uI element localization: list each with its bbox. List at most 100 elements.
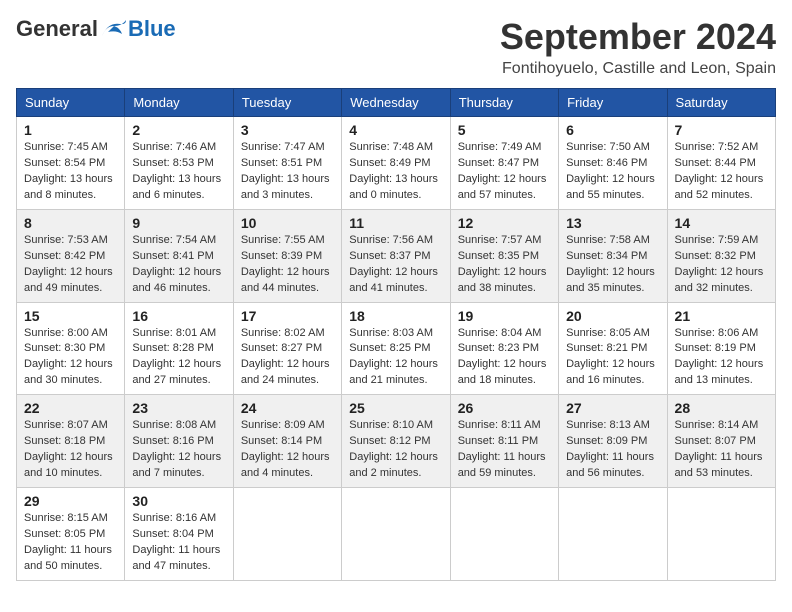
calendar-day-cell: 29 Sunrise: 8:15 AMSunset: 8:05 PMDaylig… (17, 488, 125, 581)
calendar-week-row: 29 Sunrise: 8:15 AMSunset: 8:05 PMDaylig… (17, 488, 776, 581)
day-number: 2 (132, 122, 225, 138)
logo-general-text: General (16, 16, 98, 42)
day-number: 29 (24, 493, 117, 509)
empty-cell (559, 488, 667, 581)
empty-cell (233, 488, 341, 581)
day-number: 30 (132, 493, 225, 509)
calendar-week-row: 8 Sunrise: 7:53 AMSunset: 8:42 PMDayligh… (17, 209, 776, 302)
day-info: Sunrise: 7:56 AMSunset: 8:37 PMDaylight:… (349, 234, 438, 294)
day-info: Sunrise: 7:58 AMSunset: 8:34 PMDaylight:… (566, 234, 655, 294)
calendar-day-cell: 19 Sunrise: 8:04 AMSunset: 8:23 PMDaylig… (450, 302, 558, 395)
calendar-day-cell: 3 Sunrise: 7:47 AMSunset: 8:51 PMDayligh… (233, 117, 341, 210)
calendar-day-cell: 27 Sunrise: 8:13 AMSunset: 8:09 PMDaylig… (559, 395, 667, 488)
day-info: Sunrise: 7:49 AMSunset: 8:47 PMDaylight:… (458, 141, 547, 201)
day-info: Sunrise: 8:11 AMSunset: 8:11 PMDaylight:… (458, 419, 546, 479)
day-number: 8 (24, 215, 117, 231)
calendar-day-cell: 23 Sunrise: 8:08 AMSunset: 8:16 PMDaylig… (125, 395, 233, 488)
logo: General Blue (16, 16, 176, 42)
calendar-week-row: 1 Sunrise: 7:45 AMSunset: 8:54 PMDayligh… (17, 117, 776, 210)
calendar-day-cell: 20 Sunrise: 8:05 AMSunset: 8:21 PMDaylig… (559, 302, 667, 395)
calendar-week-row: 15 Sunrise: 8:00 AMSunset: 8:30 PMDaylig… (17, 302, 776, 395)
weekday-header-sunday: Sunday (17, 89, 125, 117)
day-number: 23 (132, 400, 225, 416)
logo-bird-icon (100, 18, 128, 40)
calendar-day-cell: 9 Sunrise: 7:54 AMSunset: 8:41 PMDayligh… (125, 209, 233, 302)
day-number: 1 (24, 122, 117, 138)
day-info: Sunrise: 8:02 AMSunset: 8:27 PMDaylight:… (241, 327, 330, 387)
day-number: 14 (675, 215, 768, 231)
calendar-day-cell: 5 Sunrise: 7:49 AMSunset: 8:47 PMDayligh… (450, 117, 558, 210)
weekday-header-thursday: Thursday (450, 89, 558, 117)
calendar-day-cell: 14 Sunrise: 7:59 AMSunset: 8:32 PMDaylig… (667, 209, 775, 302)
empty-cell (342, 488, 450, 581)
day-number: 4 (349, 122, 442, 138)
day-number: 6 (566, 122, 659, 138)
weekday-header-saturday: Saturday (667, 89, 775, 117)
day-number: 9 (132, 215, 225, 231)
calendar-day-cell: 2 Sunrise: 7:46 AMSunset: 8:53 PMDayligh… (125, 117, 233, 210)
calendar-table: SundayMondayTuesdayWednesdayThursdayFrid… (16, 88, 776, 581)
day-number: 22 (24, 400, 117, 416)
day-number: 17 (241, 308, 334, 324)
day-info: Sunrise: 7:57 AMSunset: 8:35 PMDaylight:… (458, 234, 547, 294)
calendar-day-cell: 12 Sunrise: 7:57 AMSunset: 8:35 PMDaylig… (450, 209, 558, 302)
day-info: Sunrise: 7:48 AMSunset: 8:49 PMDaylight:… (349, 141, 438, 201)
calendar-day-cell: 4 Sunrise: 7:48 AMSunset: 8:49 PMDayligh… (342, 117, 450, 210)
calendar-day-cell: 28 Sunrise: 8:14 AMSunset: 8:07 PMDaylig… (667, 395, 775, 488)
day-number: 15 (24, 308, 117, 324)
weekday-header-row: SundayMondayTuesdayWednesdayThursdayFrid… (17, 89, 776, 117)
day-info: Sunrise: 7:45 AMSunset: 8:54 PMDaylight:… (24, 141, 113, 201)
weekday-header-wednesday: Wednesday (342, 89, 450, 117)
calendar-day-cell: 26 Sunrise: 8:11 AMSunset: 8:11 PMDaylig… (450, 395, 558, 488)
day-info: Sunrise: 7:54 AMSunset: 8:41 PMDaylight:… (132, 234, 221, 294)
day-number: 3 (241, 122, 334, 138)
calendar-day-cell: 7 Sunrise: 7:52 AMSunset: 8:44 PMDayligh… (667, 117, 775, 210)
calendar-day-cell: 15 Sunrise: 8:00 AMSunset: 8:30 PMDaylig… (17, 302, 125, 395)
calendar-day-cell: 13 Sunrise: 7:58 AMSunset: 8:34 PMDaylig… (559, 209, 667, 302)
calendar-day-cell: 8 Sunrise: 7:53 AMSunset: 8:42 PMDayligh… (17, 209, 125, 302)
day-info: Sunrise: 8:06 AMSunset: 8:19 PMDaylight:… (675, 327, 764, 387)
day-info: Sunrise: 7:55 AMSunset: 8:39 PMDaylight:… (241, 234, 330, 294)
day-number: 21 (675, 308, 768, 324)
location-subtitle: Fontihoyuelo, Castille and Leon, Spain (500, 60, 776, 78)
calendar-day-cell: 6 Sunrise: 7:50 AMSunset: 8:46 PMDayligh… (559, 117, 667, 210)
day-info: Sunrise: 8:03 AMSunset: 8:25 PMDaylight:… (349, 327, 438, 387)
calendar-day-cell: 21 Sunrise: 8:06 AMSunset: 8:19 PMDaylig… (667, 302, 775, 395)
empty-cell (667, 488, 775, 581)
day-number: 16 (132, 308, 225, 324)
calendar-day-cell: 18 Sunrise: 8:03 AMSunset: 8:25 PMDaylig… (342, 302, 450, 395)
day-number: 18 (349, 308, 442, 324)
day-info: Sunrise: 8:07 AMSunset: 8:18 PMDaylight:… (24, 419, 113, 479)
calendar-day-cell: 25 Sunrise: 8:10 AMSunset: 8:12 PMDaylig… (342, 395, 450, 488)
day-info: Sunrise: 7:46 AMSunset: 8:53 PMDaylight:… (132, 141, 221, 201)
calendar-day-cell: 30 Sunrise: 8:16 AMSunset: 8:04 PMDaylig… (125, 488, 233, 581)
day-number: 10 (241, 215, 334, 231)
day-info: Sunrise: 8:15 AMSunset: 8:05 PMDaylight:… (24, 512, 112, 572)
day-info: Sunrise: 8:08 AMSunset: 8:16 PMDaylight:… (132, 419, 221, 479)
day-info: Sunrise: 8:13 AMSunset: 8:09 PMDaylight:… (566, 419, 654, 479)
calendar-day-cell: 17 Sunrise: 8:02 AMSunset: 8:27 PMDaylig… (233, 302, 341, 395)
weekday-header-monday: Monday (125, 89, 233, 117)
day-number: 5 (458, 122, 551, 138)
day-number: 25 (349, 400, 442, 416)
weekday-header-friday: Friday (559, 89, 667, 117)
page-header: General Blue September 2024 Fontihoyuelo… (16, 16, 776, 78)
day-number: 7 (675, 122, 768, 138)
month-year-title: September 2024 (500, 16, 776, 58)
day-info: Sunrise: 8:00 AMSunset: 8:30 PMDaylight:… (24, 327, 113, 387)
day-number: 11 (349, 215, 442, 231)
logo-blue-text: Blue (128, 16, 176, 42)
day-info: Sunrise: 8:04 AMSunset: 8:23 PMDaylight:… (458, 327, 547, 387)
day-info: Sunrise: 7:59 AMSunset: 8:32 PMDaylight:… (675, 234, 764, 294)
day-info: Sunrise: 8:09 AMSunset: 8:14 PMDaylight:… (241, 419, 330, 479)
calendar-day-cell: 1 Sunrise: 7:45 AMSunset: 8:54 PMDayligh… (17, 117, 125, 210)
day-number: 12 (458, 215, 551, 231)
day-number: 19 (458, 308, 551, 324)
day-info: Sunrise: 8:01 AMSunset: 8:28 PMDaylight:… (132, 327, 221, 387)
day-info: Sunrise: 8:16 AMSunset: 8:04 PMDaylight:… (132, 512, 220, 572)
day-info: Sunrise: 8:14 AMSunset: 8:07 PMDaylight:… (675, 419, 763, 479)
day-info: Sunrise: 7:52 AMSunset: 8:44 PMDaylight:… (675, 141, 764, 201)
weekday-header-tuesday: Tuesday (233, 89, 341, 117)
day-info: Sunrise: 7:50 AMSunset: 8:46 PMDaylight:… (566, 141, 655, 201)
day-number: 20 (566, 308, 659, 324)
